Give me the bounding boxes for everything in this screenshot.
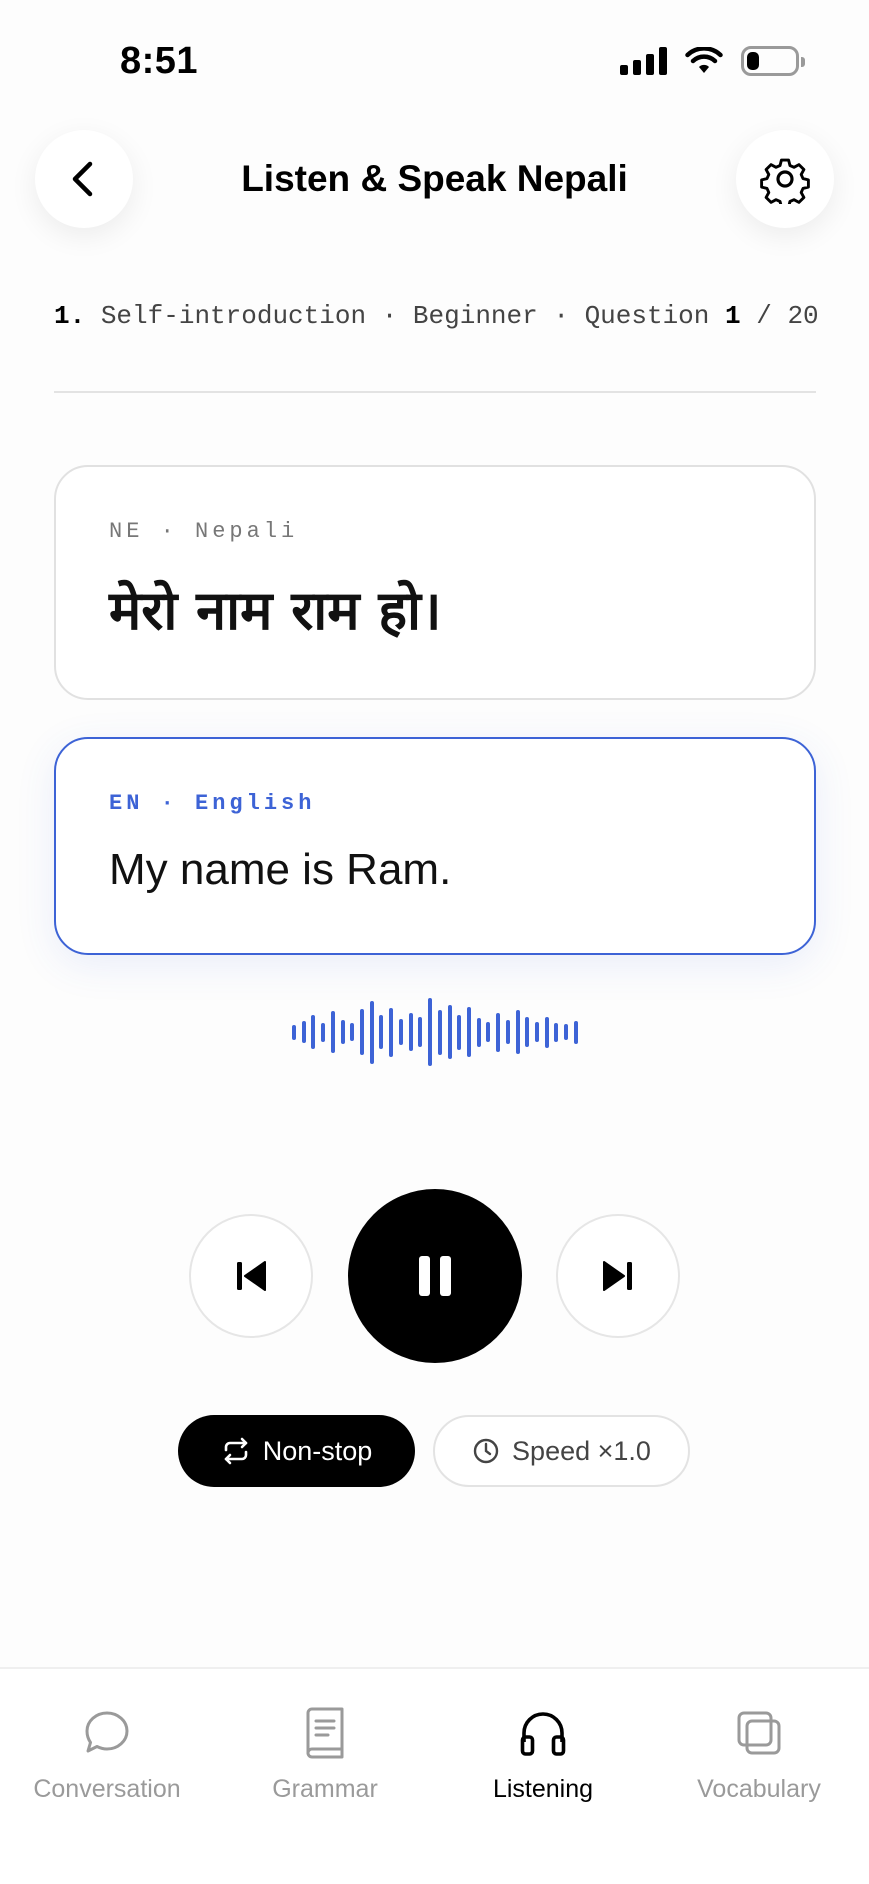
target-language-label: EN · English xyxy=(109,791,315,816)
battery-level xyxy=(747,52,759,70)
tab-label: Grammar xyxy=(272,1775,378,1803)
non-stop-toggle[interactable]: Non-stop xyxy=(178,1415,415,1487)
waveform-bar xyxy=(398,1019,403,1045)
waveform-bar xyxy=(447,1005,452,1059)
waveform-bar xyxy=(292,1024,296,1040)
waveform-bar xyxy=(340,1020,345,1044)
chat-bubble-icon xyxy=(85,1711,129,1753)
waveform-bar xyxy=(321,1022,326,1042)
speed-label: Speed ×1.0 xyxy=(512,1435,651,1466)
source-sentence-text: मेरो नाम राम हो। xyxy=(109,579,442,642)
waveform-bar xyxy=(418,1017,423,1047)
waveform-bar xyxy=(554,1022,559,1042)
status-bar: 8:51 xyxy=(0,0,869,120)
breadcrumb-separator: · xyxy=(381,301,398,331)
non-stop-label: Non-stop xyxy=(262,1435,373,1466)
cellular-signal-icon xyxy=(620,47,667,75)
tab-label: Conversation xyxy=(33,1775,181,1803)
question-label: Question xyxy=(584,301,710,331)
waveform-bar xyxy=(457,1014,462,1050)
book-icon xyxy=(306,1707,344,1759)
previous-button[interactable] xyxy=(189,1214,313,1338)
waveform-bar xyxy=(534,1022,539,1042)
source-language-code: NE xyxy=(109,519,144,544)
repeat-icon xyxy=(224,1437,248,1465)
skip-previous-icon xyxy=(237,1261,266,1291)
tab-label: Vocabulary xyxy=(697,1775,821,1803)
tab-listening[interactable]: Listening xyxy=(443,1705,643,1804)
breadcrumb: 1. Self-introduction · Beginner · Questi… xyxy=(54,302,824,330)
waveform-bar xyxy=(350,1023,355,1041)
waveform-bar xyxy=(515,1010,520,1054)
tab-label: Listening xyxy=(492,1775,594,1803)
source-language-label: NE · Nepali xyxy=(109,519,298,544)
waveform-bar xyxy=(544,1016,549,1048)
target-language-name: English xyxy=(195,791,316,816)
target-language-code: EN xyxy=(109,791,144,816)
source-language-name: Nepali xyxy=(195,519,299,544)
waveform-bar xyxy=(476,1017,481,1047)
next-button[interactable] xyxy=(556,1214,680,1338)
target-sentence-text: My name is Ram. xyxy=(109,845,452,894)
waveform-bar xyxy=(525,1017,530,1047)
lesson-number: 1. xyxy=(54,301,86,331)
battery-icon xyxy=(741,46,805,76)
bottom-tab-bar: Conversation Grammar Listening Vocabular… xyxy=(0,1667,869,1884)
tab-conversation[interactable]: Conversation xyxy=(7,1705,207,1804)
waveform-bar xyxy=(428,998,433,1066)
waveform-bar xyxy=(330,1011,335,1053)
target-sentence-card[interactable]: EN · English My name is Ram. xyxy=(54,737,816,955)
waveform-bar xyxy=(564,1024,569,1040)
gear-icon xyxy=(760,158,810,204)
lesson-level: Beginner xyxy=(412,301,538,331)
waveform-bar xyxy=(496,1012,501,1052)
waveform-bar xyxy=(360,1009,365,1055)
waveform-bar xyxy=(311,1015,316,1049)
question-total: 20 xyxy=(787,301,819,331)
skip-next-icon xyxy=(603,1261,632,1291)
question-current: 1 xyxy=(725,301,741,331)
waveform-bar xyxy=(379,1015,384,1049)
pause-icon xyxy=(419,1256,451,1296)
breadcrumb-separator: · xyxy=(553,301,569,331)
waveform-bar xyxy=(408,1013,413,1051)
waveform-bar xyxy=(301,1021,306,1043)
speed-button[interactable]: Speed ×1.0 xyxy=(433,1415,690,1487)
status-time: 8:51 xyxy=(120,40,199,82)
pause-button[interactable] xyxy=(348,1189,522,1363)
status-icons xyxy=(620,46,805,76)
waveform-bar xyxy=(369,1000,374,1064)
waveform-bar xyxy=(505,1020,510,1044)
waveform-bar xyxy=(389,1007,394,1057)
wifi-icon xyxy=(685,47,723,73)
cards-icon xyxy=(737,1711,781,1755)
waveform-bar xyxy=(573,1020,578,1044)
settings-button[interactable] xyxy=(736,130,834,228)
label-separator: · xyxy=(160,519,178,544)
question-slash: / xyxy=(756,301,772,331)
clock-icon xyxy=(473,1438,499,1464)
audio-waveform xyxy=(292,996,578,1068)
waveform-bar xyxy=(437,1009,442,1055)
source-sentence-card[interactable]: NE · Nepali मेरो नाम राम हो। xyxy=(54,465,816,700)
waveform-bar xyxy=(486,1022,491,1042)
headphones-icon xyxy=(520,1712,566,1756)
divider xyxy=(54,391,816,393)
lesson-topic: Self-introduction xyxy=(100,301,367,331)
tab-vocabulary[interactable]: Vocabulary xyxy=(659,1705,859,1804)
label-separator: · xyxy=(160,791,178,816)
tab-grammar[interactable]: Grammar xyxy=(225,1705,425,1804)
header: Listen & Speak Nepali xyxy=(0,130,869,230)
waveform-bar xyxy=(466,1007,471,1057)
